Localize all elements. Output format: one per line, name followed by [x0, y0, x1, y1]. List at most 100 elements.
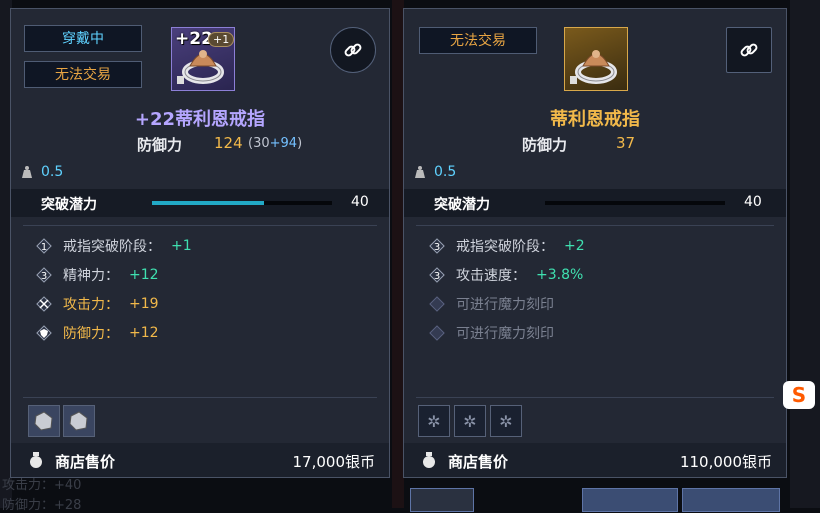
empty-slot[interactable]: ✲ [418, 405, 450, 437]
no-trade-badge: 无法交易 [419, 27, 537, 54]
defense-bonus: +94 [269, 136, 298, 151]
divider [416, 397, 774, 398]
number-1-icon: 1 [35, 237, 53, 255]
weight: 0.5 [414, 164, 456, 180]
link-button[interactable] [726, 27, 772, 73]
option-row: 可进行魔力刻印 [428, 294, 554, 314]
option-value: +19 [129, 296, 159, 312]
breakthrough-value: 40 [744, 194, 762, 210]
background-stat-2: 防御力：+28 [2, 498, 82, 513]
option-value: +12 [129, 267, 159, 283]
no-trade-badge: 无法交易 [24, 61, 142, 88]
price-value: 110,000银币 [679, 453, 772, 471]
star-socket-icon: ✲ [499, 412, 512, 431]
breakthrough-row: 突破潜力 40 [404, 189, 786, 217]
gem-slot[interactable] [63, 405, 95, 437]
defense-label: 防御力 [522, 136, 568, 154]
option-row: 防御力： +12 [35, 323, 159, 343]
background-right [790, 0, 820, 508]
bottom-button[interactable] [410, 488, 474, 512]
shop-price-row: 商店售价 17,000银币 [11, 443, 389, 477]
shop-price-row: 商店售价 110,000银币 [404, 443, 786, 477]
option-label: 攻击速度： [456, 268, 526, 284]
defense-base: (30 [248, 136, 270, 151]
link-icon [740, 43, 758, 57]
option-label: 戒指突破阶段： [63, 239, 161, 255]
option-label: 戒指突破阶段： [456, 239, 554, 255]
sogou-ime-icon[interactable]: S [783, 381, 815, 409]
number-3-icon: 3 [35, 266, 53, 284]
item-icon[interactable]: +22 +1 [171, 27, 235, 91]
item-name: +22蒂利恩戒指 [134, 109, 266, 130]
ring-icon [570, 50, 617, 84]
empty-diamond-icon [428, 295, 446, 313]
option-row: 3 戒指突破阶段： +2 [428, 236, 585, 256]
option-row: 攻击力： +19 [35, 294, 159, 314]
crystal-icon [69, 411, 88, 431]
svg-text:3: 3 [434, 271, 440, 282]
star-socket-icon: ✲ [427, 412, 440, 431]
option-row: 可进行魔力刻印 [428, 323, 554, 343]
option-row: 3 精神力： +12 [35, 265, 159, 285]
option-row: 3 攻击速度： +3.8% [428, 265, 583, 285]
link-button[interactable] [330, 27, 376, 73]
attack-icon [35, 295, 53, 313]
weight-value: 0.5 [434, 164, 457, 180]
equipped-item-tooltip: 穿戴中 无法交易 +22 +1 +22蒂利恩戒指 防御力 124 (30+94)… [10, 8, 390, 478]
option-label: 可进行魔力刻印 [456, 326, 554, 342]
option-value: +1 [171, 238, 192, 254]
svg-text:3: 3 [434, 242, 440, 253]
defense-value: 124 [214, 134, 243, 152]
equipped-badge: 穿戴中 [24, 25, 142, 52]
divider [23, 397, 377, 398]
svg-text:✲: ✲ [499, 412, 512, 431]
divider [23, 225, 377, 226]
option-label: 精神力： [63, 268, 119, 284]
compare-item-tooltip: 无法交易 蒂利恩戒指 防御力 37 0.5 突破潜力 40 3 戒指突破阶段： … [403, 8, 787, 478]
svg-text:✲: ✲ [463, 412, 476, 431]
link-icon [344, 43, 362, 57]
breakthrough-bar [152, 201, 332, 205]
bottom-button[interactable] [682, 488, 780, 512]
price-value: 17,000银币 [292, 453, 376, 471]
option-label: 可进行魔力刻印 [456, 297, 554, 313]
money-bag-icon [30, 452, 42, 468]
number-3-icon: 3 [428, 266, 446, 284]
defense-close: ) [297, 136, 303, 151]
option-value: +3.8% [536, 267, 584, 283]
svg-text:3: 3 [41, 271, 47, 282]
empty-slot[interactable]: ✲ [454, 405, 486, 437]
price-label: 商店售价 [55, 453, 116, 471]
item-icon[interactable] [564, 27, 628, 91]
option-label: 攻击力： [63, 297, 119, 313]
svg-text:1: 1 [41, 242, 47, 253]
breakthrough-fill [152, 201, 264, 205]
gem-slot[interactable] [28, 405, 60, 437]
weight-icon [22, 166, 32, 178]
breakthrough-value: 40 [351, 194, 369, 210]
item-name: 蒂利恩戒指 [550, 109, 640, 130]
defense-label: 防御力 [137, 136, 183, 154]
svg-text:✲: ✲ [427, 412, 440, 431]
enhance-bonus: +1 [208, 32, 235, 47]
defense-breakdown: (30+94) [248, 136, 302, 151]
empty-diamond-icon [428, 324, 446, 342]
option-row: 1 戒指突破阶段： +1 [35, 236, 192, 256]
defense-value: 37 [616, 134, 636, 152]
option-value: +2 [564, 238, 585, 254]
bottom-button[interactable] [582, 488, 678, 512]
weight-icon [415, 166, 425, 178]
weight-value: 0.5 [41, 164, 64, 180]
number-3-icon: 3 [428, 237, 446, 255]
option-value: +12 [129, 325, 159, 341]
divider [416, 225, 774, 226]
empty-slot[interactable]: ✲ [490, 405, 522, 437]
breakthrough-label: 突破潜力 [41, 197, 97, 213]
breakthrough-row: 突破潜力 40 [11, 189, 389, 217]
shield-icon [35, 324, 53, 342]
money-bag-icon [423, 452, 435, 468]
price-label: 商店售价 [448, 453, 509, 471]
option-label: 防御力： [63, 326, 119, 342]
breakthrough-bar [545, 201, 725, 205]
weight: 0.5 [21, 164, 63, 180]
